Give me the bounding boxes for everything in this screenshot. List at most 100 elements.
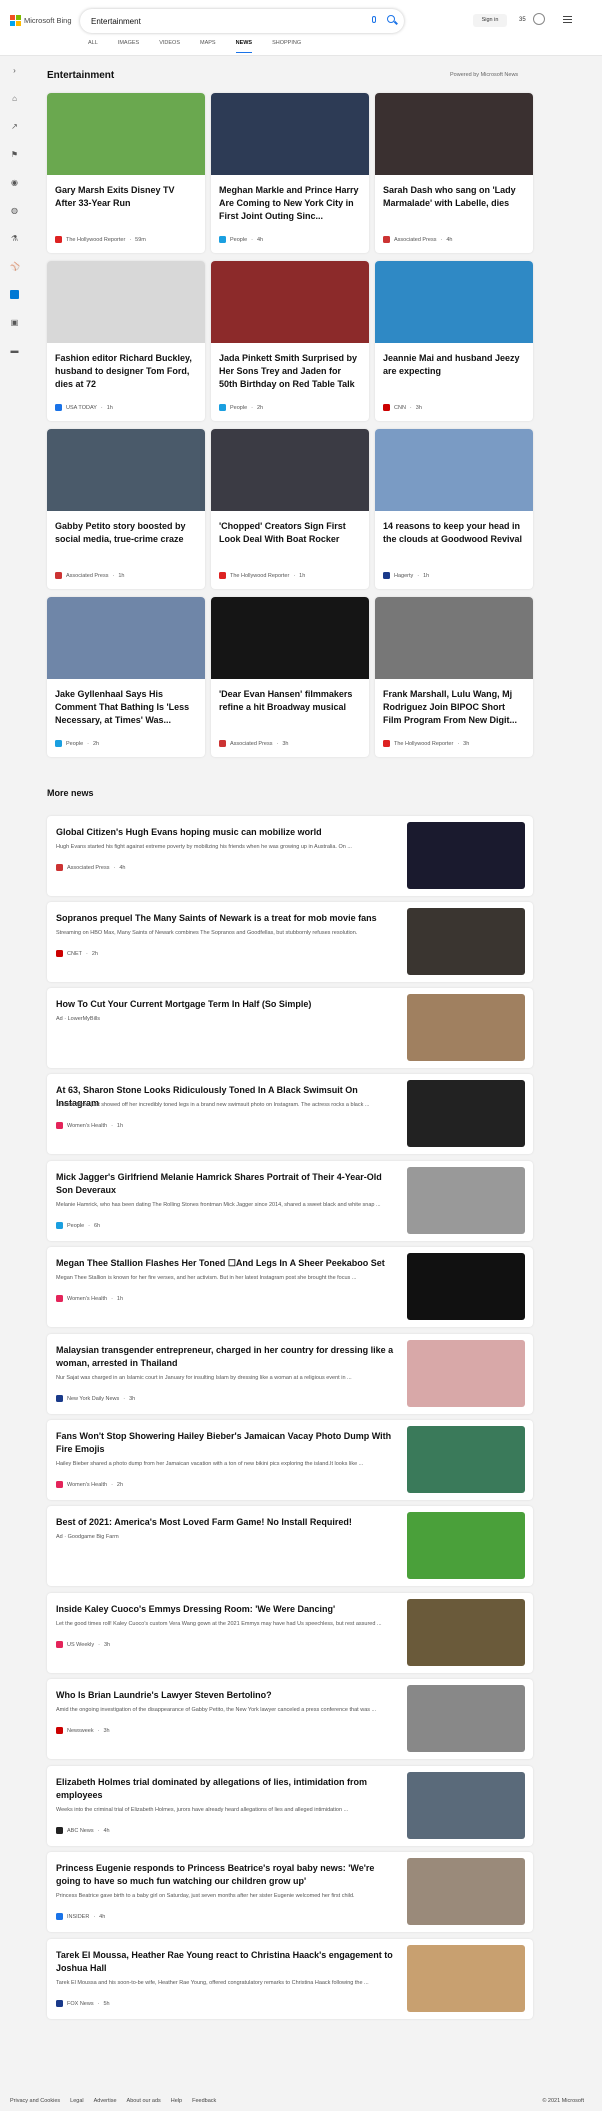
news-item-thumbnail[interactable] [407,908,525,975]
news-item-thumbnail[interactable] [407,1685,525,1752]
news-card-title[interactable]: Gary Marsh Exits Disney TV After 33-Year… [47,175,205,227]
news-card-title[interactable]: Jeannie Mai and husband Jeezy are expect… [375,343,533,395]
news-list-item[interactable]: Tarek El Moussa, Heather Rae Young react… [47,1939,533,2019]
chevron-right-icon[interactable]: › [10,66,19,75]
tab-maps[interactable]: MAPS [200,40,216,54]
sign-in-button[interactable]: Sign in [473,14,507,27]
news-card-image[interactable] [375,261,533,343]
news-item-title[interactable]: Inside Kaley Cuoco's Emmys Dressing Room… [56,1603,399,1616]
news-card-title[interactable]: Meghan Markle and Prince Harry Are Comin… [211,175,369,227]
news-list-item[interactable]: Global Citizen's Hugh Evans hoping music… [47,816,533,896]
news-item-title[interactable]: Global Citizen's Hugh Evans hoping music… [56,826,399,839]
flag-icon[interactable]: ⚑ [10,150,19,159]
news-card-image[interactable] [375,429,533,511]
microphone-icon[interactable] [372,16,376,23]
news-list-item[interactable]: Inside Kaley Cuoco's Emmys Dressing Room… [47,1593,533,1673]
news-card-image[interactable] [211,429,369,511]
news-item-thumbnail[interactable] [407,1512,525,1579]
news-card-image[interactable] [375,597,533,679]
news-card[interactable]: Jeannie Mai and husband Jeezy are expect… [375,261,533,421]
footer-link[interactable]: Feedback [192,2098,216,2104]
news-item-title[interactable]: Fans Won't Stop Showering Hailey Bieber'… [56,1430,399,1456]
news-item-title[interactable]: Megan Thee Stallion Flashes Her Toned ☐A… [56,1257,399,1270]
rewards-medal-icon[interactable] [533,13,545,25]
news-item-thumbnail[interactable] [407,1253,525,1320]
trending-icon[interactable]: ↗ [10,122,19,131]
news-item-thumbnail[interactable] [407,822,525,889]
home-icon[interactable]: ⌂ [10,94,19,103]
news-card-image[interactable] [375,93,533,175]
location-icon[interactable]: ◉ [10,178,19,187]
news-item-thumbnail[interactable] [407,1772,525,1839]
news-card-title[interactable]: 'Chopped' Creators Sign First Look Deal … [211,511,369,563]
news-item-thumbnail[interactable] [407,1945,525,2012]
tab-news[interactable]: NEWS [235,40,252,54]
news-item-title[interactable]: Malaysian transgender entrepreneur, char… [56,1344,399,1370]
news-item-thumbnail[interactable] [407,1599,525,1666]
news-list-item[interactable]: Mick Jagger's Girlfriend Melanie Hamrick… [47,1161,533,1241]
bing-logo[interactable]: Microsoft Bing [10,15,72,26]
news-card[interactable]: Frank Marshall, Lulu Wang, Mj Rodriguez … [375,597,533,757]
news-card-image[interactable] [47,429,205,511]
news-card[interactable]: Gabby Petito story boosted by social med… [47,429,205,589]
news-list-item[interactable]: Fans Won't Stop Showering Hailey Bieber'… [47,1420,533,1500]
misc-icon[interactable]: ▬ [10,346,19,355]
news-item-thumbnail[interactable] [407,1340,525,1407]
tab-images[interactable]: IMAGES [118,40,139,54]
news-item-title[interactable]: How To Cut Your Current Mortgage Term In… [56,998,399,1011]
news-card[interactable]: Jada Pinkett Smith Surprised by Her Sons… [211,261,369,421]
news-item-title[interactable]: Who Is Brian Laundrie's Lawyer Steven Be… [56,1689,399,1702]
footer-link[interactable]: Advertise [94,2098,117,2104]
sports-icon[interactable]: ⚾ [10,262,20,271]
news-card[interactable]: Jake Gyllenhaal Says His Comment That Ba… [47,597,205,757]
news-card-title[interactable]: Frank Marshall, Lulu Wang, Mj Rodriguez … [375,679,533,731]
news-item-title[interactable]: Princess Eugenie responds to Princess Be… [56,1862,399,1888]
news-item-thumbnail[interactable] [407,1167,525,1234]
news-card[interactable]: 'Chopped' Creators Sign First Look Deal … [211,429,369,589]
news-card-image[interactable] [47,597,205,679]
hamburger-menu-icon[interactable] [563,16,572,23]
tab-shopping[interactable]: SHOPPING [272,40,301,54]
footer-link[interactable]: About our ads [127,2098,161,2104]
search-icon[interactable] [387,15,395,23]
search-input[interactable]: Entertainment [80,9,404,33]
news-item-title[interactable]: Sopranos prequel The Many Saints of Newa… [56,912,399,925]
news-list-item[interactable]: Malaysian transgender entrepreneur, char… [47,1334,533,1414]
science-icon[interactable]: ⚗ [10,234,19,243]
news-list-item[interactable]: How To Cut Your Current Mortgage Term In… [47,988,533,1068]
news-card[interactable]: Gary Marsh Exits Disney TV After 33-Year… [47,93,205,253]
news-card[interactable]: Fashion editor Richard Buckley, husband … [47,261,205,421]
entertainment-icon[interactable] [10,290,19,299]
footer-link[interactable]: Help [171,2098,182,2104]
news-list-item[interactable]: Elizabeth Holmes trial dominated by alle… [47,1766,533,1846]
news-list-item[interactable]: Who Is Brian Laundrie's Lawyer Steven Be… [47,1679,533,1759]
news-item-title[interactable]: Tarek El Moussa, Heather Rae Young react… [56,1949,399,1975]
news-list-item[interactable]: At 63, Sharon Stone Looks Ridiculously T… [47,1074,533,1154]
business-icon[interactable]: ▣ [10,318,19,327]
news-card-title[interactable]: Fashion editor Richard Buckley, husband … [47,343,205,395]
news-card[interactable]: Meghan Markle and Prince Harry Are Comin… [211,93,369,253]
footer-link[interactable]: Legal [70,2098,83,2104]
news-card-image[interactable] [211,597,369,679]
news-item-thumbnail[interactable] [407,1080,525,1147]
news-card-title[interactable]: 14 reasons to keep your head in the clou… [375,511,533,563]
news-card-image[interactable] [211,93,369,175]
rewards-points[interactable]: 35 [519,17,526,23]
footer-link[interactable]: Privacy and Cookies [10,2098,60,2104]
tab-videos[interactable]: VIDEOS [159,40,180,54]
news-item-title[interactable]: Elizabeth Holmes trial dominated by alle… [56,1776,399,1802]
news-list-item[interactable]: Princess Eugenie responds to Princess Be… [47,1852,533,1932]
news-card-title[interactable]: Sarah Dash who sang on 'Lady Marmalade' … [375,175,533,227]
news-list-item[interactable]: Sopranos prequel The Many Saints of Newa… [47,902,533,982]
news-item-thumbnail[interactable] [407,994,525,1061]
news-item-thumbnail[interactable] [407,1426,525,1493]
news-list-item[interactable]: Best of 2021: America's Most Loved Farm … [47,1506,533,1586]
news-item-thumbnail[interactable] [407,1858,525,1925]
news-item-title[interactable]: Best of 2021: America's Most Loved Farm … [56,1516,399,1529]
news-card[interactable]: 'Dear Evan Hansen' filmmakers refine a h… [211,597,369,757]
news-card-title[interactable]: Jake Gyllenhaal Says His Comment That Ba… [47,679,205,731]
news-card-image[interactable] [47,261,205,343]
news-card[interactable]: Sarah Dash who sang on 'Lady Marmalade' … [375,93,533,253]
globe-icon[interactable]: ◍ [10,206,19,215]
news-card-image[interactable] [211,261,369,343]
